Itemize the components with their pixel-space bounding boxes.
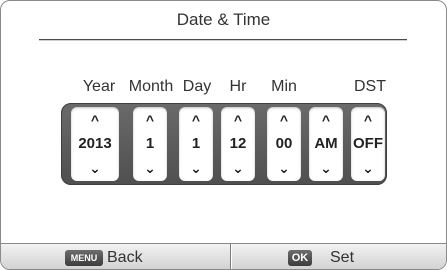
month-value: 1 <box>145 135 155 152</box>
dst-value: OFF <box>353 135 383 152</box>
chevron-down-icon[interactable]: ⌄ <box>278 161 290 175</box>
day-value: 1 <box>191 135 201 152</box>
title-divider-shadow <box>39 40 407 41</box>
back-label: Back <box>107 249 143 266</box>
label-month: Month <box>128 78 174 95</box>
date-time-screen: Date & Time Year Month Day Hr Min DST ^ … <box>0 0 447 270</box>
label-hour: Hr <box>229 78 247 95</box>
label-dst: DST <box>354 78 386 95</box>
chevron-down-icon[interactable]: ⌄ <box>320 161 332 175</box>
chevron-down-icon[interactable]: ⌄ <box>190 161 202 175</box>
label-day: Day <box>182 78 212 95</box>
minute-value: 00 <box>275 135 293 152</box>
datetime-spinner-frame: ^ 2013 ⌄ ^ 1 ⌄ ^ 1 ⌄ ^ 12 ⌄ ^ 00 ⌄ ^ AM … <box>61 103 387 185</box>
chevron-down-icon[interactable]: ⌄ <box>144 161 156 175</box>
hour-value: 12 <box>229 135 247 152</box>
chevron-up-icon[interactable]: ^ <box>280 113 288 127</box>
day-spinner[interactable]: ^ 1 ⌄ <box>179 107 213 181</box>
chevron-up-icon[interactable]: ^ <box>234 113 242 127</box>
year-value: 2013 <box>78 135 112 152</box>
label-min: Min <box>271 78 297 95</box>
hour-spinner[interactable]: ^ 12 ⌄ <box>221 107 255 181</box>
set-label: Set <box>330 249 355 266</box>
menu-key-icon: MENU <box>65 250 103 266</box>
chevron-up-icon[interactable]: ^ <box>364 113 372 127</box>
set-button[interactable]: OK Set <box>232 244 446 269</box>
chevron-up-icon[interactable]: ^ <box>91 113 99 127</box>
year-spinner[interactable]: ^ 2013 ⌄ <box>71 107 119 181</box>
page-title: Date & Time <box>176 10 271 29</box>
back-button[interactable]: MENU Back <box>1 244 231 269</box>
month-spinner[interactable]: ^ 1 ⌄ <box>133 107 167 181</box>
chevron-up-icon[interactable]: ^ <box>146 113 154 127</box>
footer-bar: MENU Back OK Set <box>1 243 446 269</box>
chevron-up-icon[interactable]: ^ <box>322 113 330 127</box>
dst-spinner[interactable]: ^ OFF ⌄ <box>351 107 385 181</box>
chevron-down-icon[interactable]: ⌄ <box>232 161 244 175</box>
chevron-up-icon[interactable]: ^ <box>192 113 200 127</box>
label-year: Year <box>82 78 116 95</box>
ok-key-icon: OK <box>288 250 312 266</box>
ampm-value: AM <box>314 135 338 152</box>
minute-spinner[interactable]: ^ 00 ⌄ <box>267 107 301 181</box>
chevron-down-icon[interactable]: ⌄ <box>362 161 374 175</box>
chevron-down-icon[interactable]: ⌄ <box>89 161 101 175</box>
ampm-spinner[interactable]: ^ AM ⌄ <box>309 107 343 181</box>
